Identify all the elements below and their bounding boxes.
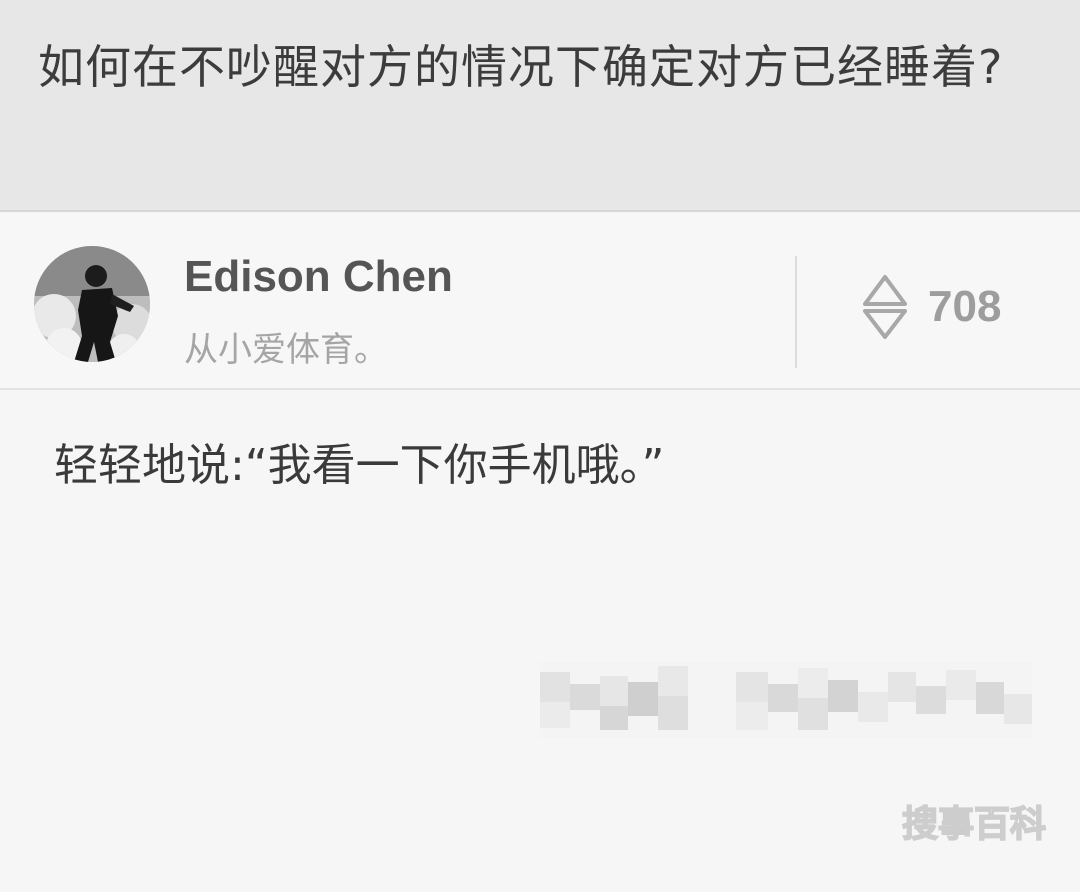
answer-body: 轻轻地说:“我看一下你手机哦。” 搜事百科 xyxy=(0,390,1080,892)
vote-count: 708 xyxy=(928,282,1002,331)
up-down-vote-icon xyxy=(863,275,907,339)
pixelated-redaction xyxy=(540,662,1032,738)
watermark-text: 搜事百科 xyxy=(902,804,1046,845)
answer-text[interactable]: 轻轻地说:“我看一下你手机哦。” xyxy=(54,436,664,496)
answer-page: 如何在不吵醒对方的情况下确定对方已经睡着? Edison Chen 从小爱体育。 xyxy=(0,0,1080,892)
question-title[interactable]: 如何在不吵醒对方的情况下确定对方已经睡着? xyxy=(38,34,1028,100)
author-avatar[interactable] xyxy=(34,246,150,362)
vote-button[interactable]: 708 xyxy=(862,272,1001,342)
question-header: 如何在不吵醒对方的情况下确定对方已经睡着? xyxy=(0,0,1080,212)
person-photo-avatar-icon xyxy=(34,246,150,362)
author-bio: 从小爱体育。 xyxy=(184,330,388,370)
author-name[interactable]: Edison Chen xyxy=(184,252,453,302)
divider xyxy=(795,256,797,368)
watermark-logo-icon: 搜事百科 xyxy=(901,803,1047,846)
author-bar: Edison Chen 从小爱体育。 708 xyxy=(0,214,1080,390)
